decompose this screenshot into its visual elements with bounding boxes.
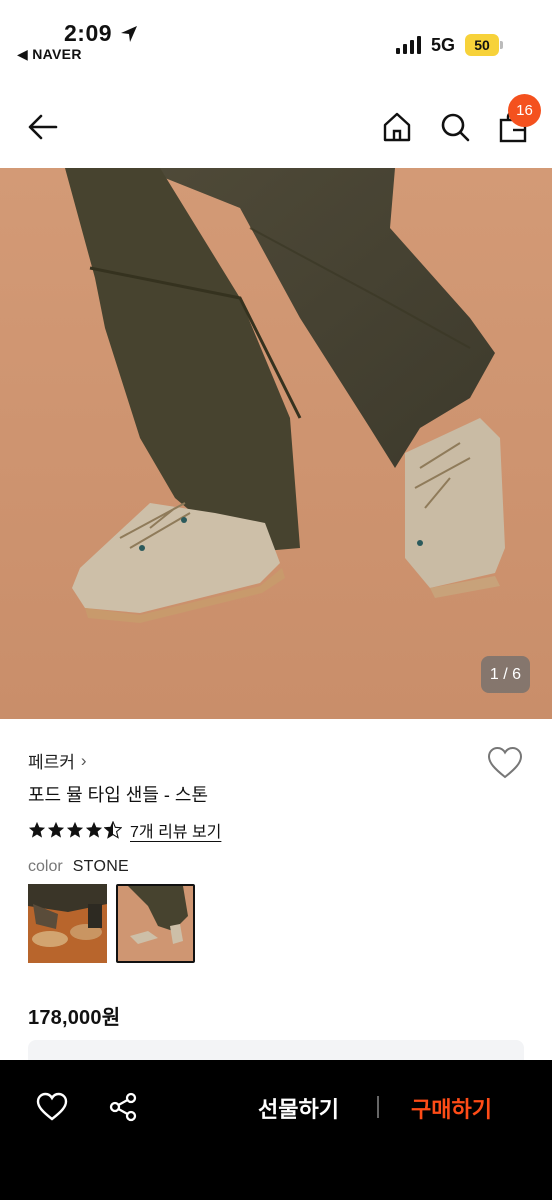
status-bar: 2:09 ◀ NAVER 5G 50 [0,0,552,72]
location-arrow-icon [121,26,137,42]
brand-link[interactable]: 페르커 › [28,748,87,773]
back-to-app-link[interactable]: ◀ NAVER [17,46,82,63]
battery-level: 50 [465,34,499,56]
chevron-right-icon: › [80,750,87,770]
product-image[interactable]: 1 / 6 [0,168,552,719]
rating-stars [28,821,122,839]
network-type: 5G [431,35,456,55]
battery-indicator: 50 [465,34,503,56]
star-icon [28,821,46,838]
rating-row: 7개 리뷰 보기 [28,818,221,842]
star-icon [85,821,103,838]
image-counter: 1 / 6 [481,656,530,693]
buy-button[interactable]: 구매하기 [411,1092,492,1124]
thumbnail-image [118,886,193,961]
brand-name: 페르커 [28,753,75,772]
heart-icon[interactable] [487,746,523,780]
status-time: 2:09 [64,20,113,46]
top-nav: 16 [0,84,552,168]
color-selector: color STONE [28,858,129,876]
share-icon[interactable] [108,1092,138,1122]
star-icon [66,821,84,838]
color-value: STONE [72,858,130,875]
star-icon [47,821,65,838]
gift-button[interactable]: 선물하기 [258,1092,339,1124]
thumbnail-image [28,884,107,963]
product-photo-illustration [0,168,552,719]
review-link[interactable]: 7개 리뷰 보기 [130,818,221,842]
product-title: 포드 뮬 타입 샌들 - 스톤 [28,785,209,805]
divider [377,1096,379,1118]
back-arrow-icon[interactable] [26,110,60,144]
search-icon[interactable] [438,110,472,144]
color-label: color [28,858,63,875]
bottom-action-bar: 선물하기 구매하기 [0,1060,552,1200]
color-option-thumbnail[interactable] [28,884,107,963]
color-option-thumbnail-selected[interactable] [116,884,195,963]
half-star-icon [104,821,122,839]
product-price: 178,000원 [28,1007,121,1029]
home-icon[interactable] [380,110,414,144]
cart-count-badge: 16 [508,94,541,127]
heart-icon[interactable] [36,1092,68,1122]
signal-icon [396,36,421,54]
